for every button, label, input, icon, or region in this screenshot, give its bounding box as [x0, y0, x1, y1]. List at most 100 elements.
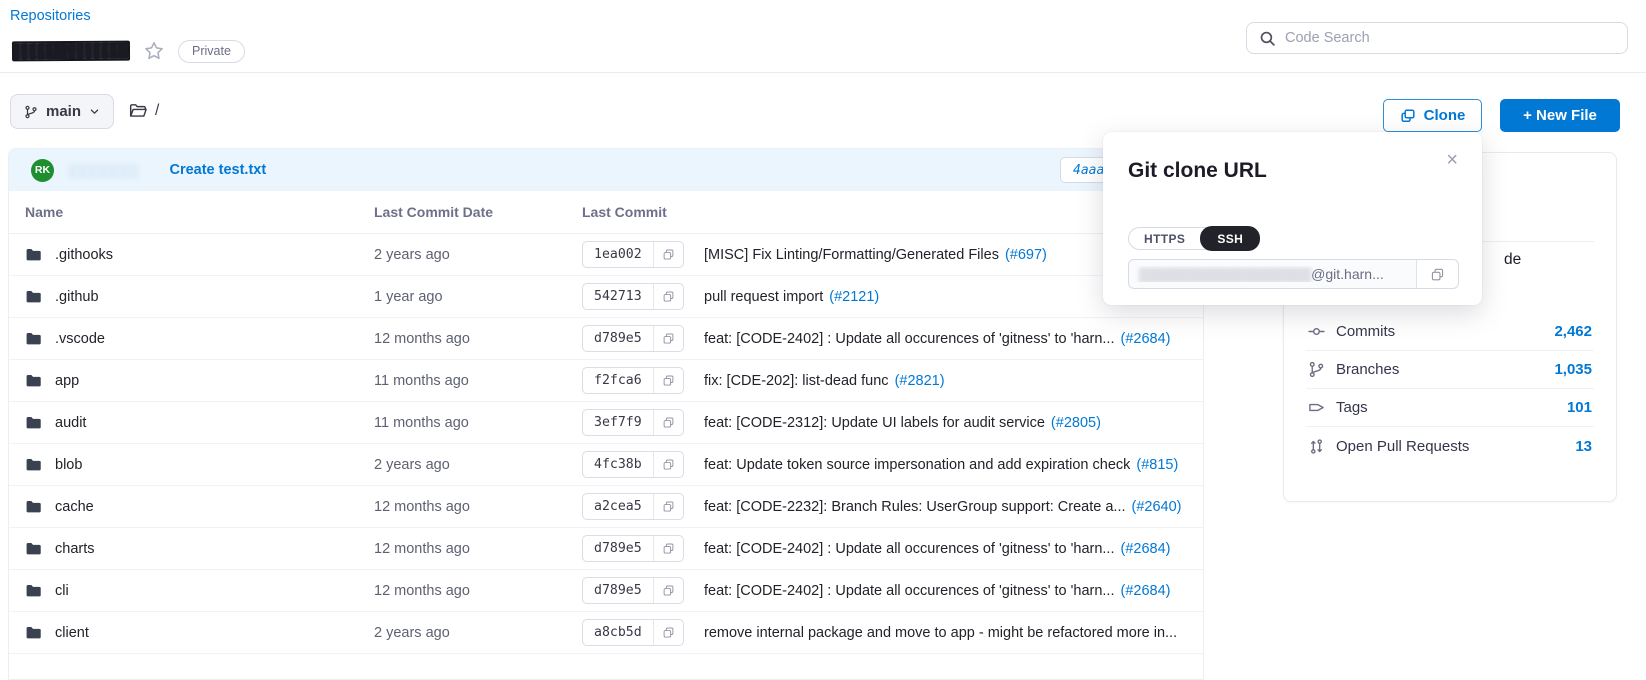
pr-link[interactable]: (#2640): [1132, 499, 1182, 515]
stat-value[interactable]: 2,462: [1554, 323, 1592, 340]
file-name[interactable]: blob: [55, 457, 82, 473]
table-row[interactable]: .vscode 12 months ago d789e5 feat: [CODE…: [9, 318, 1203, 360]
protocol-option-https[interactable]: HTTPS: [1129, 227, 1200, 250]
table-row[interactable]: .github 1 year ago 542713 pull request i…: [9, 276, 1203, 318]
copy-url-button[interactable]: [1416, 260, 1458, 288]
branch-selector[interactable]: main: [10, 94, 114, 129]
repo-stat-row[interactable]: Branches 1,035: [1306, 351, 1594, 389]
folder-icon: [25, 330, 42, 347]
commit-message[interactable]: feat: [CODE-2232]: Branch Rules: UserGro…: [704, 499, 1126, 515]
copy-icon[interactable]: [653, 242, 683, 267]
table-row[interactable]: app 11 months ago f2fca6 fix: [CDE-202]:…: [9, 360, 1203, 402]
folder-icon: [25, 288, 42, 305]
clone-url-field[interactable]: ▒▒▒▒▒▒▒▒▒▒▒▒▒▒▒▒▒▒@git.harn...: [1128, 259, 1459, 289]
pr-link[interactable]: (#815): [1136, 457, 1178, 473]
file-name[interactable]: app: [55, 373, 79, 389]
file-name[interactable]: audit: [55, 415, 86, 431]
copy-icon[interactable]: [653, 578, 683, 603]
copy-icon[interactable]: [653, 326, 683, 351]
code-search-input[interactable]: [1285, 30, 1627, 46]
stat-value[interactable]: 1,035: [1554, 361, 1592, 378]
copy-icon[interactable]: [653, 284, 683, 309]
column-header-name[interactable]: Name: [25, 204, 374, 220]
file-name[interactable]: cli: [55, 583, 69, 599]
table-row[interactable]: cli 12 months ago d789e5 feat: [CODE-240…: [9, 570, 1203, 612]
breadcrumb-repositories-link[interactable]: Repositories: [10, 8, 91, 24]
path-separator[interactable]: /: [155, 102, 159, 120]
file-name[interactable]: charts: [55, 541, 95, 557]
table-row[interactable]: cache 12 months ago a2cea5 feat: [CODE-2…: [9, 486, 1203, 528]
pr-link[interactable]: (#2821): [895, 373, 945, 389]
code-search-box[interactable]: [1246, 22, 1628, 54]
file-name[interactable]: .vscode: [55, 331, 105, 347]
commit-sha: a2cea5: [583, 499, 653, 514]
stat-value[interactable]: 13: [1575, 438, 1592, 455]
table-row[interactable]: client 2 years ago a8cb5d remove interna…: [9, 612, 1203, 654]
repo-stat-row[interactable]: Tags 101: [1306, 389, 1594, 427]
commit-sha-pill[interactable]: a2cea5: [582, 493, 684, 520]
commit-message[interactable]: pull request import: [704, 289, 823, 305]
commit-sha-pill[interactable]: d789e5: [582, 577, 684, 604]
repo-name-redacted: [12, 41, 130, 62]
commit-message[interactable]: feat: Update token source impersonation …: [704, 457, 1130, 473]
column-header-last-commit[interactable]: Last Commit: [582, 204, 1187, 220]
git-branch-icon: [24, 105, 38, 119]
table-row[interactable]: charts 12 months ago d789e5 feat: [CODE-…: [9, 528, 1203, 570]
commit-sha-pill[interactable]: d789e5: [582, 535, 684, 562]
file-name[interactable]: client: [55, 625, 89, 641]
last-commit-date: 2 years ago: [374, 457, 582, 473]
close-icon[interactable]: ×: [1446, 150, 1458, 170]
pr-link[interactable]: (#2805): [1051, 415, 1101, 431]
column-header-last-commit-date[interactable]: Last Commit Date: [374, 204, 582, 220]
pr-link[interactable]: (#2684): [1121, 331, 1171, 347]
clone-icon: [1400, 108, 1416, 124]
file-name[interactable]: .githooks: [55, 247, 113, 263]
table-row[interactable]: audit 11 months ago 3ef7f9 feat: [CODE-2…: [9, 402, 1203, 444]
file-name[interactable]: cache: [55, 499, 94, 515]
commit-message[interactable]: feat: [CODE-2402] : Update all occurence…: [704, 541, 1115, 557]
favorite-star-icon[interactable]: [143, 40, 165, 62]
copy-icon[interactable]: [653, 452, 683, 477]
latest-commit-message-link[interactable]: Create test.txt: [169, 162, 266, 178]
last-commit-date: 2 years ago: [374, 247, 582, 263]
pr-link[interactable]: (#2684): [1121, 541, 1171, 557]
table-row[interactable]: .githooks 2 years ago 1ea002 [MISC] Fix …: [9, 234, 1203, 276]
copy-icon[interactable]: [653, 620, 683, 645]
redacted-author-name: ▒▒▒▒▒▒▒: [68, 163, 139, 178]
copy-icon[interactable]: [653, 536, 683, 561]
repo-stat-row[interactable]: Open Pull Requests 13: [1306, 427, 1594, 465]
current-branch-label: main: [46, 103, 81, 120]
copy-icon[interactable]: [653, 494, 683, 519]
file-name[interactable]: .github: [55, 289, 99, 305]
pr-link[interactable]: (#2121): [829, 289, 879, 305]
commit-sha-pill[interactable]: f2fca6: [582, 367, 684, 394]
commit-message[interactable]: feat: [CODE-2402] : Update all occurence…: [704, 331, 1115, 347]
pr-link[interactable]: (#2684): [1121, 583, 1171, 599]
copy-icon[interactable]: [653, 368, 683, 393]
commit-sha-pill[interactable]: 3ef7f9: [582, 409, 684, 436]
avatar[interactable]: RK: [31, 159, 54, 182]
commit-message[interactable]: feat: [CODE-2312]: Update UI labels for …: [704, 415, 1045, 431]
new-file-button[interactable]: + New File: [1500, 99, 1620, 132]
commit-message[interactable]: fix: [CDE-202]: list-dead func: [704, 373, 889, 389]
folder-icon: [25, 246, 42, 263]
commit-sha-pill[interactable]: 4fc38b: [582, 451, 684, 478]
commit-sha-pill[interactable]: 542713: [582, 283, 684, 310]
protocol-toggle: HTTPS SSH: [1128, 227, 1260, 250]
table-row[interactable]: blob 2 years ago 4fc38b feat: Update tok…: [9, 444, 1203, 486]
pull-request-icon: [1308, 438, 1325, 455]
commit-sha-pill[interactable]: d789e5: [582, 325, 684, 352]
pr-link[interactable]: (#697): [1005, 247, 1047, 263]
clone-button[interactable]: Clone: [1383, 99, 1482, 132]
commit-message[interactable]: [MISC] Fix Linting/Formatting/Generated …: [704, 247, 999, 263]
stat-value[interactable]: 101: [1567, 399, 1592, 416]
commit-icon: [1308, 323, 1325, 340]
commit-sha-pill[interactable]: a8cb5d: [582, 619, 684, 646]
protocol-option-ssh[interactable]: SSH: [1200, 226, 1260, 251]
repo-stat-row[interactable]: Commits 2,462: [1306, 313, 1594, 351]
commit-sha-pill[interactable]: 1ea002: [582, 241, 684, 268]
private-badge: Private: [178, 40, 245, 63]
copy-icon[interactable]: [653, 410, 683, 435]
commit-message[interactable]: remove internal package and move to app …: [704, 625, 1177, 641]
commit-message[interactable]: feat: [CODE-2402] : Update all occurence…: [704, 583, 1115, 599]
